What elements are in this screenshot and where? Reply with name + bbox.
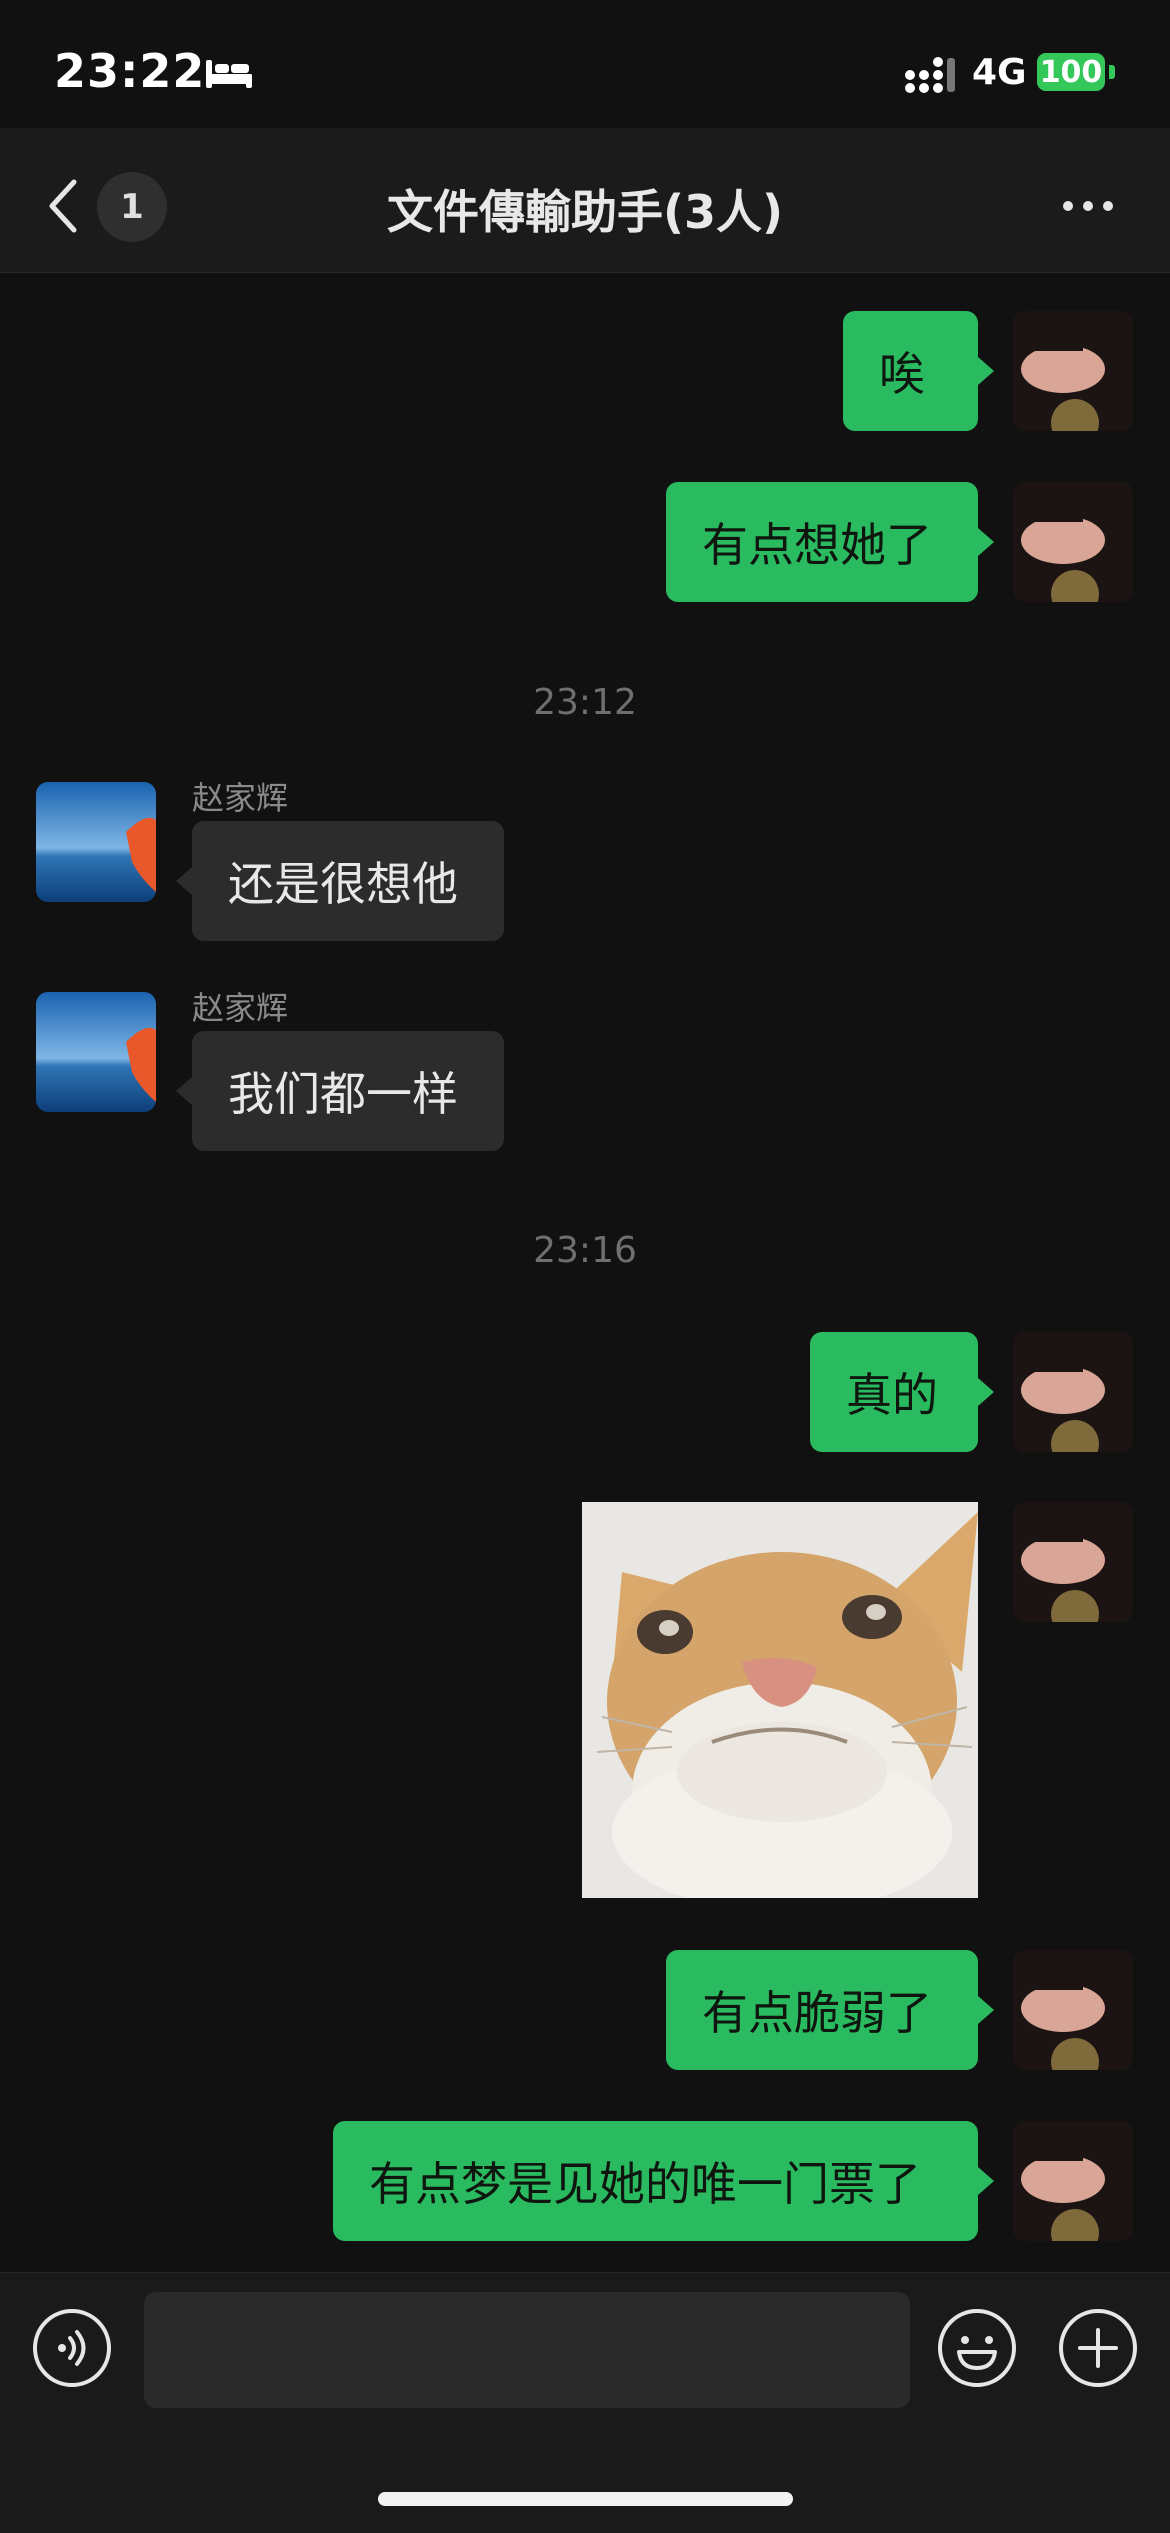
message-bubble[interactable]: 有点梦是见她的唯一门票了 [333,2121,978,2241]
status-time: 23:22 [54,44,206,98]
plus-icon[interactable] [1058,2308,1138,2388]
unread-badge[interactable]: 1 [97,172,167,242]
bubble-tail [978,357,994,385]
more-dots-icon[interactable] [1060,196,1116,216]
cat-sticker[interactable] [582,1502,978,1912]
bubble-tail [978,1996,994,2024]
timestamp: 23:16 [533,1230,637,1271]
avatar-self[interactable] [1013,482,1133,602]
network-type: 4G [972,52,1027,93]
avatar-self[interactable] [1013,2121,1133,2241]
message-bubble[interactable]: 我们都一样 [192,1031,504,1151]
bubble-tail [978,2167,994,2195]
sender-name: 赵家辉 [192,989,289,1027]
message-bubble[interactable]: 有点想她了 [666,482,978,602]
avatar-self[interactable] [1013,1502,1133,1622]
avatar-contact[interactable] [36,782,156,902]
sender-name: 赵家辉 [192,779,289,817]
avatar-self[interactable] [1013,1950,1133,2070]
home-indicator [378,2492,793,2506]
bubble-tail [978,528,994,556]
signal-icon [905,57,955,93]
avatar-contact[interactable] [36,992,156,1112]
voice-icon[interactable] [32,2308,112,2388]
message-bubble[interactable]: 唉 [843,311,978,431]
message-bubble[interactable]: 还是很想他 [192,821,504,941]
message-input[interactable] [144,2292,910,2408]
bubble-tail [978,1378,994,1406]
bed-icon [206,60,252,88]
emoji-icon[interactable] [937,2308,1017,2388]
message-bubble[interactable]: 真的 [810,1332,978,1452]
bubble-tail [176,1077,192,1105]
avatar-self[interactable] [1013,311,1133,431]
chat-title: 文件傳輸助手(3人) [386,185,784,239]
avatar-self[interactable] [1013,1332,1133,1452]
bubble-tail [176,867,192,895]
battery-tip [1109,65,1115,79]
message-bubble[interactable]: 有点脆弱了 [666,1950,978,2070]
timestamp: 23:12 [533,682,637,723]
battery-indicator: 100 [1037,53,1105,91]
chevron-left-icon[interactable] [44,178,84,234]
